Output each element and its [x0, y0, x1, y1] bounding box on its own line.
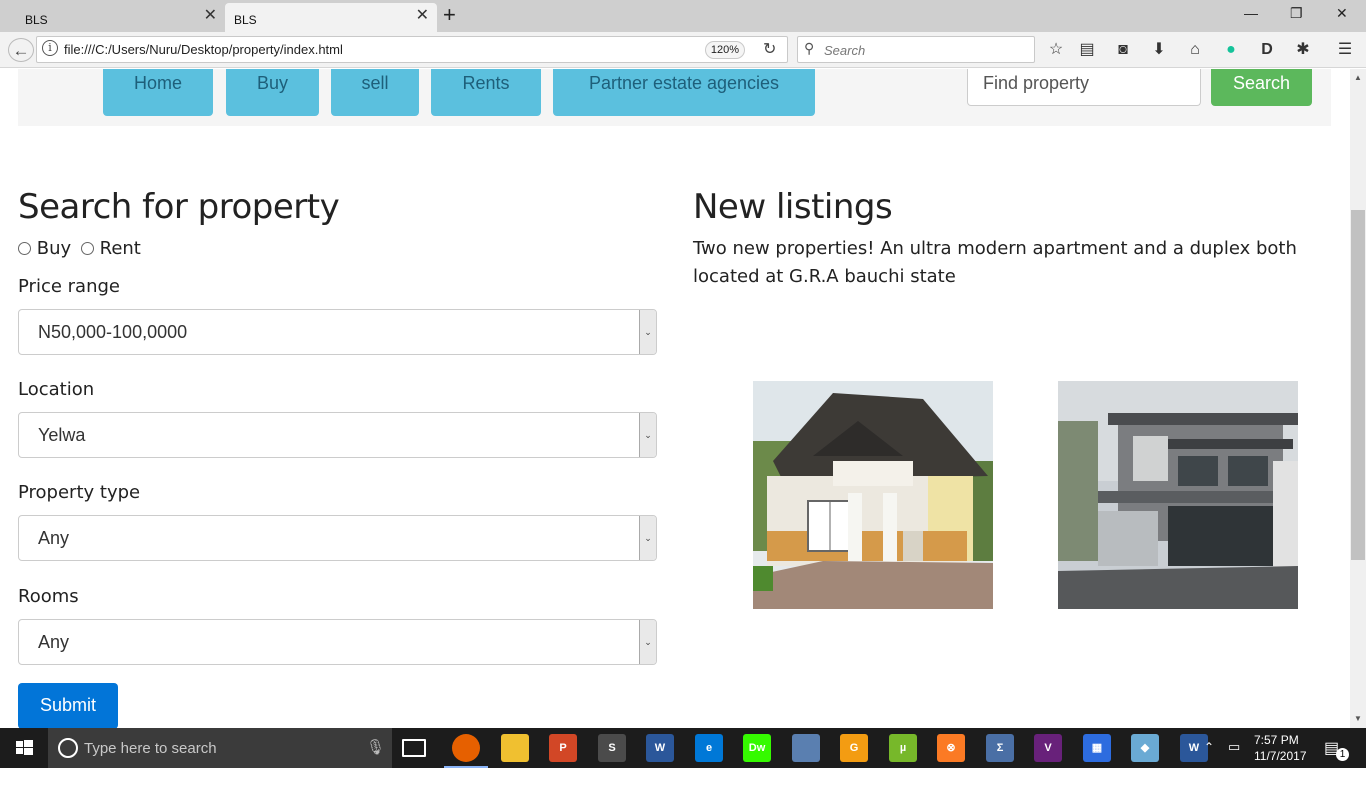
- notification-count: 1: [1336, 748, 1349, 761]
- zoom-level[interactable]: 120%: [705, 41, 745, 59]
- property-type-value: Any: [38, 528, 70, 548]
- sublime-text-icon[interactable]: S: [598, 734, 626, 762]
- reading-list-icon[interactable]: ▤: [1076, 39, 1098, 61]
- navigation-toolbar: ← i file:///C:/Users/Nuru/Desktop/proper…: [0, 32, 1366, 68]
- property-type-label: Property type: [18, 482, 141, 503]
- nav-home[interactable]: Home: [103, 69, 213, 116]
- taskbar-search-box[interactable]: Type here to search 🎙: [48, 728, 392, 768]
- file-explorer-icon[interactable]: [501, 734, 529, 762]
- firefox-icon[interactable]: [444, 734, 488, 768]
- search-bar[interactable]: ⚲ Search: [797, 36, 1035, 63]
- cortana-icon: [58, 738, 78, 758]
- powerpoint-icon[interactable]: P: [549, 734, 577, 762]
- property-type-select[interactable]: Any ⌄: [18, 515, 657, 561]
- chevron-down-icon[interactable]: ⌄: [639, 620, 656, 664]
- duplex-image[interactable]: [1058, 381, 1298, 609]
- radio-buy-label: Buy: [36, 238, 72, 259]
- extension-d-icon[interactable]: D: [1256, 39, 1278, 61]
- bungalow-illustration: [753, 381, 993, 609]
- search-button[interactable]: Search: [1211, 69, 1312, 106]
- dreamweaver-icon[interactable]: Dw: [743, 734, 771, 762]
- radio-rent-label: Rent: [99, 238, 141, 259]
- network-icon[interactable]: ▭: [1228, 739, 1240, 779]
- tab-title: BLS: [234, 13, 257, 27]
- utorrent-icon[interactable]: µ: [889, 734, 917, 762]
- bungalow-image[interactable]: [753, 381, 993, 609]
- virtualbox-icon[interactable]: ◆: [1131, 734, 1159, 762]
- pocket-icon[interactable]: ◙: [1112, 39, 1134, 61]
- rooms-label: Rooms: [18, 586, 79, 607]
- url-text[interactable]: file:///C:/Users/Nuru/Desktop/property/i…: [64, 42, 343, 57]
- nav-rents[interactable]: Rents: [431, 69, 541, 116]
- minimize-button[interactable]: —: [1244, 5, 1258, 21]
- restore-button[interactable]: ❐: [1290, 5, 1303, 22]
- find-property-input[interactable]: Find property: [967, 69, 1201, 106]
- scrollbar-thumb[interactable]: [1351, 210, 1365, 560]
- location-value: Yelwa: [38, 425, 86, 445]
- windows-taskbar: Type here to search 🎙 P S We Dw Gµ ⊗ Σ V ▦ ◆ W ⌃ ▭…: [0, 728, 1366, 768]
- site-navbar: Home Buy sell Rents Partner estate agenc…: [18, 69, 1331, 126]
- rooms-select[interactable]: Any ⌄: [18, 619, 657, 665]
- listings-description: Two new properties! An ultra modern apar…: [693, 238, 1297, 287]
- search-placeholder: Search: [824, 43, 866, 58]
- duplex-illustration: [1058, 381, 1298, 609]
- submit-button[interactable]: Submit: [18, 683, 118, 728]
- info-icon[interactable]: i: [42, 40, 58, 56]
- location-select[interactable]: Yelwa ⌄: [18, 412, 657, 458]
- price-range-select[interactable]: N50,000-100,0000 ⌄: [18, 309, 657, 355]
- word-icon[interactable]: W: [646, 734, 674, 762]
- start-button[interactable]: [0, 728, 48, 768]
- search-title: Search for property: [18, 187, 340, 227]
- home-icon[interactable]: ⌂: [1184, 39, 1206, 61]
- tab-title: BLS: [25, 13, 48, 27]
- taskbar-search-placeholder: Type here to search: [84, 740, 217, 757]
- scroll-down-arrow-icon[interactable]: ▼: [1350, 711, 1366, 727]
- xampp-icon[interactable]: ⊗: [937, 734, 965, 762]
- calculator-icon[interactable]: ▦: [1083, 734, 1111, 762]
- browser-icon[interactable]: [792, 734, 820, 762]
- buy-rent-radios: Buy Rent: [18, 238, 141, 259]
- tray-chevron-icon[interactable]: ⌃: [1204, 740, 1214, 780]
- windows-logo-icon: [16, 740, 33, 755]
- task-view-icon[interactable]: [402, 739, 426, 757]
- chevron-down-icon[interactable]: ⌄: [639, 310, 656, 354]
- scroll-up-arrow-icon[interactable]: ▲: [1350, 70, 1366, 86]
- nav-sell[interactable]: sell: [331, 69, 419, 116]
- price-range-label: Price range: [18, 276, 120, 297]
- back-arrow-icon[interactable]: ←: [8, 38, 34, 62]
- microphone-icon[interactable]: 🎙: [366, 738, 385, 756]
- download-icon[interactable]: ⬇: [1148, 39, 1170, 61]
- nav-buy[interactable]: Buy: [226, 69, 319, 116]
- bookmark-star-icon[interactable]: ☆: [1045, 39, 1067, 61]
- radio-rent[interactable]: [80, 242, 94, 255]
- search-icon: ⚲: [804, 40, 815, 56]
- chevron-down-icon[interactable]: ⌄: [639, 413, 656, 457]
- nav-partner-agencies[interactable]: Partner estate agencies: [553, 69, 815, 116]
- close-window-button[interactable]: ✕: [1336, 5, 1348, 22]
- chevron-down-icon[interactable]: ⌄: [639, 516, 656, 560]
- clock-date[interactable]: 11/7/2017: [1254, 749, 1307, 789]
- new-tab-button[interactable]: +: [443, 4, 456, 26]
- listings-title: New listings: [693, 187, 893, 227]
- menu-icon[interactable]: ☰: [1334, 39, 1356, 61]
- page-content: Home Buy sell Rents Partner estate agenc…: [0, 69, 1350, 728]
- close-icon[interactable]: ✕: [204, 8, 217, 24]
- app-g-icon[interactable]: G: [840, 734, 868, 762]
- radio-buy[interactable]: [18, 242, 31, 255]
- rooms-value: Any: [38, 632, 70, 652]
- edge-icon[interactable]: e: [695, 734, 723, 762]
- close-icon[interactable]: ✕: [416, 8, 429, 24]
- grammarly-icon[interactable]: ●: [1220, 39, 1242, 61]
- app-sigma-icon[interactable]: Σ: [986, 734, 1014, 762]
- tab-bls-1[interactable]: BLS ✕: [0, 3, 225, 32]
- url-bar[interactable]: i file:///C:/Users/Nuru/Desktop/property…: [36, 36, 788, 63]
- price-range-value: N50,000-100,0000: [38, 322, 188, 342]
- tab-bls-2[interactable]: BLS ✕: [225, 3, 437, 32]
- tab-strip: BLS ✕ BLS ✕ + — ❐ ✕: [0, 0, 1366, 32]
- visual-studio-icon[interactable]: V: [1034, 734, 1062, 762]
- reload-icon[interactable]: ↻: [763, 39, 776, 59]
- location-label: Location: [18, 379, 95, 400]
- extension-icon[interactable]: ✱: [1292, 39, 1314, 61]
